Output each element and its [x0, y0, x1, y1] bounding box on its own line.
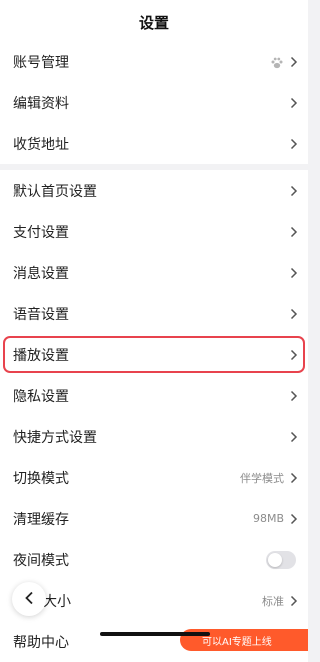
chevron-right-icon — [290, 431, 298, 443]
item-label: 编辑资料 — [13, 95, 69, 112]
night-mode-item: 夜间模式 — [0, 539, 308, 580]
chevron-right-icon — [290, 97, 298, 109]
chevron-right-icon — [290, 390, 298, 402]
back-button[interactable] — [12, 582, 46, 616]
item-label: 消息设置 — [13, 265, 69, 282]
clear-cache-item[interactable]: 清理缓存 98MB — [0, 498, 308, 539]
chevron-right-icon — [290, 472, 298, 484]
message-settings-item[interactable]: 消息设置 — [0, 252, 308, 293]
chevron-right-icon — [290, 56, 298, 68]
item-label: 切换模式 — [13, 470, 69, 487]
chevron-right-icon — [290, 185, 298, 197]
chevron-right-icon — [290, 349, 298, 361]
item-label: 支付设置 — [13, 224, 69, 241]
item-label: 清理缓存 — [13, 511, 69, 528]
account-management-item[interactable]: 账号管理 — [0, 41, 308, 82]
payment-settings-item[interactable]: 支付设置 — [0, 211, 308, 252]
page-title: 设置 — [138, 13, 169, 32]
night-mode-toggle[interactable] — [266, 550, 296, 569]
item-label: 大小 — [43, 593, 71, 610]
item-label: 播放设置 — [13, 347, 69, 364]
home-indicator — [100, 632, 210, 636]
item-label: 语音设置 — [13, 306, 69, 323]
toggle-knob — [268, 552, 282, 567]
default-homepage-item[interactable]: 默认首页设置 — [0, 170, 308, 211]
shipping-address-item[interactable]: 收货地址 — [0, 123, 308, 164]
mode-value: 伴学模式 — [240, 471, 284, 485]
account-group: 账号管理 编辑资料 收货地址 — [0, 41, 308, 164]
privacy-settings-item[interactable]: 隐私设置 — [0, 375, 308, 416]
item-label: 默认首页设置 — [13, 183, 97, 200]
top-bar: 设置 — [0, 0, 308, 44]
chevron-right-icon — [290, 138, 298, 150]
shortcut-settings-item[interactable]: 快捷方式设置 — [0, 416, 308, 457]
chevron-right-icon — [290, 226, 298, 238]
edit-profile-item[interactable]: 编辑资料 — [0, 82, 308, 123]
item-label: 快捷方式设置 — [13, 429, 97, 446]
playback-settings-item[interactable]: 播放设置 — [0, 334, 308, 375]
promo-text: 可以AI专题上线 — [202, 636, 272, 648]
font-size-item[interactable]: 大小 标准 — [0, 580, 308, 621]
settings-group: 默认首页设置 支付设置 消息设置 语音设置 播放设置 隐私设置 快捷方式设置 切… — [0, 170, 308, 662]
item-label: 账号管理 — [13, 54, 69, 71]
item-label: 收货地址 — [13, 136, 69, 153]
switch-mode-item[interactable]: 切换模式 伴学模式 — [0, 457, 308, 498]
chevron-left-icon — [24, 590, 34, 609]
font-size-value: 标准 — [262, 594, 284, 608]
paw-icon — [270, 55, 284, 69]
chevron-right-icon — [290, 267, 298, 279]
chevron-right-icon — [290, 308, 298, 320]
item-label: 夜间模式 — [13, 552, 69, 569]
chevron-right-icon — [290, 513, 298, 525]
cache-size-value: 98MB — [252, 512, 284, 525]
chevron-right-icon — [290, 595, 298, 607]
voice-settings-item[interactable]: 语音设置 — [0, 293, 308, 334]
item-label: 隐私设置 — [13, 388, 69, 405]
